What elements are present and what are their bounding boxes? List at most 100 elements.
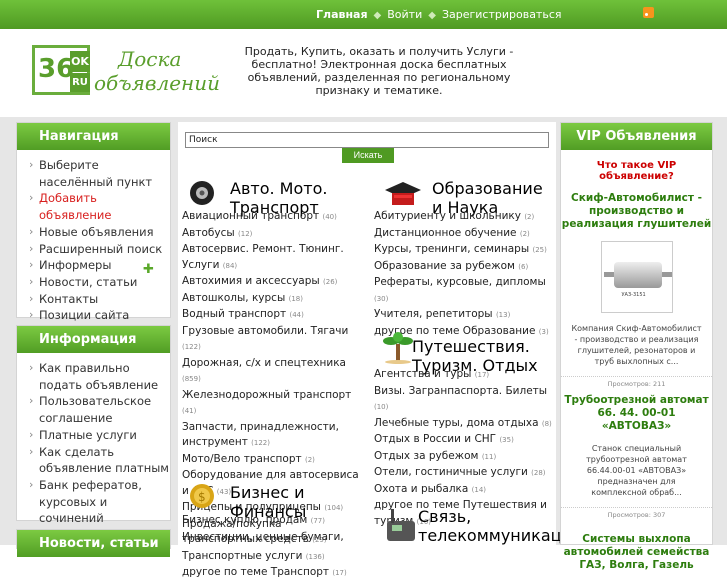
- subcategory-link[interactable]: Дистанционное обучение (2): [374, 226, 552, 243]
- category-telecom-title[interactable]: Связь, телекоммуникации: [418, 507, 582, 545]
- subcategory-link[interactable]: Бизнес куплю, продам (77): [182, 513, 364, 530]
- logo-ru: RU: [70, 73, 90, 92]
- subcategory-link[interactable]: Образование за рубежом (6): [374, 259, 552, 276]
- subcategory-link[interactable]: Инвестиции, ценные бумаги,: [182, 530, 364, 547]
- subcategory-link[interactable]: Агентства и туры (17): [374, 367, 552, 384]
- subcategory-name: Грузовые автомобили. Тягачи: [182, 324, 349, 337]
- subcategory-link[interactable]: Отели, гостиничные услуги (28): [374, 465, 552, 482]
- subcategory-link[interactable]: Абитуриенту и школьнику (2): [374, 209, 552, 226]
- vip-ad-2-desc: Станок специальный трубоотрезной автомат…: [586, 444, 687, 497]
- nav-item-contacts[interactable]: Контакты: [29, 291, 170, 308]
- subcategory-link[interactable]: Учителя, репетиторы (13): [374, 307, 552, 324]
- subcategory-count: (11): [481, 452, 497, 461]
- subcategory-link[interactable]: Грузовые автомобили. Тягачи (122): [182, 324, 364, 356]
- subcategory-link[interactable]: Запчасти, принадлежности, инструмент (12…: [182, 420, 364, 452]
- coins-icon: $: [190, 484, 214, 508]
- subcategory-count: (44): [289, 311, 304, 319]
- information-title: Информация: [17, 326, 170, 353]
- subcategory-link[interactable]: Мото/Вело транспорт (2): [182, 452, 364, 469]
- subcategory-count: (18): [288, 294, 303, 303]
- search-input[interactable]: [185, 132, 549, 148]
- subcategory-link[interactable]: Лечебные туры, дома отдыха (8): [374, 416, 552, 433]
- subcategory-name: Охота и рыбалка: [374, 482, 469, 495]
- subcategory-count: (25): [532, 246, 547, 254]
- vip-ad-2-title[interactable]: Трубоотрезной автомат 66. 44. 00-01 «АВТ…: [561, 394, 712, 433]
- subcategory-name: Мото/Вело транспорт: [182, 452, 302, 465]
- top-nav: Главная ◆ Войти ◆ Зарегистрироваться: [316, 8, 562, 21]
- subcategory-count: (26): [323, 278, 338, 286]
- subcategory-link[interactable]: другое по теме Транспорт (17): [182, 565, 364, 582]
- subcategory-link[interactable]: Курсы, тренинги, семинары (25): [374, 242, 552, 259]
- info-item-user-agreement[interactable]: Пользовательское соглашение: [29, 393, 170, 426]
- subcategory-name: Автосервис. Ремонт. Тюнинг. Услуги: [182, 243, 344, 271]
- vip-ad-1: Скиф-Автомобилист - производство и реали…: [561, 192, 712, 388]
- subcategory-link[interactable]: Транспортные услуги (136): [182, 549, 364, 566]
- subcategory-name: Авиационный транспорт: [182, 210, 320, 222]
- navigation-list: Выберите населённый пункт Добавить объяв…: [17, 150, 170, 324]
- search-button[interactable]: Искать: [342, 148, 394, 163]
- site-logo[interactable]: 36 OK RU Доска объявлений: [32, 45, 220, 97]
- subcategory-link[interactable]: Визы. Загранпаспорта. Билеты (10): [374, 384, 552, 416]
- information-panel: Информация Как правильно подать объявлен…: [16, 325, 171, 525]
- vip-ad-3-title[interactable]: Системы выхлопа автомобилей семейства ГА…: [561, 533, 712, 572]
- subcategory-name: Курсы, тренинги, семинары: [374, 243, 530, 255]
- nav-item-advanced-search[interactable]: Расширенный поиск: [29, 241, 170, 258]
- subcategory-link[interactable]: Отдых за рубежом (11): [374, 449, 552, 466]
- subcategory-count: (8): [541, 419, 552, 428]
- info-item-how-to-post[interactable]: Как правильно подать объявление: [29, 360, 170, 393]
- subcategory-count: (12): [238, 229, 253, 238]
- separator: ◆: [373, 10, 382, 21]
- subcategory-name: Отдых за рубежом: [374, 449, 479, 462]
- subcategory-link[interactable]: Охота и рыбалка (14): [374, 482, 552, 499]
- logo-ok: OK: [70, 51, 90, 72]
- subcategory-count: (2): [524, 213, 535, 221]
- subcategory-link[interactable]: Автошколы, курсы (18): [182, 291, 364, 308]
- nav-item-site-positions[interactable]: Позиции сайта: [29, 307, 170, 324]
- palm-tree-icon: [383, 332, 413, 364]
- vip-ad-1-desc: Компания Скиф-Автомобилист - производств…: [571, 324, 702, 366]
- subcategory-link[interactable]: Рефераты, курсовые, дипломы (30): [374, 275, 552, 307]
- nav-register-link[interactable]: Зарегистрироваться: [442, 8, 562, 21]
- subcategory-name: Рефераты, курсовые, дипломы: [374, 276, 546, 288]
- subcategory-count: (2): [304, 455, 315, 464]
- subcategory-link[interactable]: Железнодорожный транспорт (41): [182, 388, 364, 420]
- subcategory-link[interactable]: Отдых в России и СНГ (35): [374, 432, 552, 449]
- subcategory-count: (17): [332, 569, 347, 577]
- subcategory-link[interactable]: Автосервис. Ремонт. Тюнинг. Услуги (84): [182, 242, 364, 274]
- subcategory-link[interactable]: Автобусы (12): [182, 226, 364, 243]
- tire-icon: [190, 181, 214, 205]
- logo-text-line2: объявлений: [94, 71, 220, 95]
- nav-home-link[interactable]: Главная: [316, 8, 368, 21]
- expand-plus-icon[interactable]: ✚: [143, 262, 154, 277]
- nav-item-new-ads[interactable]: Новые объявления: [29, 224, 170, 241]
- subcategory-link[interactable]: Автохимия и аксессуары (26): [182, 274, 364, 291]
- logo-box: 36 OK RU: [32, 45, 90, 95]
- top-bar: Главная ◆ Войти ◆ Зарегистрироваться: [0, 0, 727, 29]
- nav-item-choose-city[interactable]: Выберите населённый пункт: [29, 157, 170, 190]
- subcategory-count: (13): [495, 311, 511, 319]
- nav-login-link[interactable]: Войти: [387, 8, 422, 21]
- nav-item-add-ad[interactable]: Добавить объявление: [29, 190, 170, 223]
- muffler-body: [613, 262, 662, 288]
- subcategory-count: (122): [251, 439, 270, 447]
- subcategory-name: Автобусы: [182, 226, 235, 239]
- muffler-pipe: [603, 272, 614, 277]
- subcategory-name: Учителя, репетиторы: [374, 308, 493, 320]
- info-item-make-paid[interactable]: Как сделать объявление платным: [29, 444, 170, 477]
- vip-ad-2-views: Просмотров: 307: [561, 507, 712, 519]
- subcategory-count: (40): [322, 213, 337, 221]
- info-item-essays-bank[interactable]: Банк рефератов, курсовых и сочинений: [29, 477, 170, 527]
- subcategory-name: Абитуриенту и школьнику: [374, 210, 521, 222]
- rss-icon[interactable]: [643, 7, 654, 18]
- subcategory-name: Автохимия и аксессуары: [182, 275, 320, 287]
- info-item-paid-services[interactable]: Платные услуги: [29, 427, 170, 444]
- vip-title: VIP Объявления: [561, 123, 712, 150]
- what-is-vip-link[interactable]: Что такое VIP объявление?: [561, 160, 712, 182]
- subcategory-count: (859): [182, 375, 201, 383]
- vip-ad-1-title[interactable]: Скиф-Автомобилист - производство и реали…: [561, 192, 712, 231]
- subcategory-link[interactable]: Дорожная, с/х и спецтехника (859): [182, 356, 364, 388]
- subcategory-count: (136): [305, 552, 325, 561]
- subcategory-link[interactable]: Водный транспорт (44): [182, 307, 364, 324]
- subcategory-link[interactable]: Авиационный транспорт (40): [182, 209, 364, 226]
- muffler-image[interactable]: УАЗ-3151: [600, 241, 673, 313]
